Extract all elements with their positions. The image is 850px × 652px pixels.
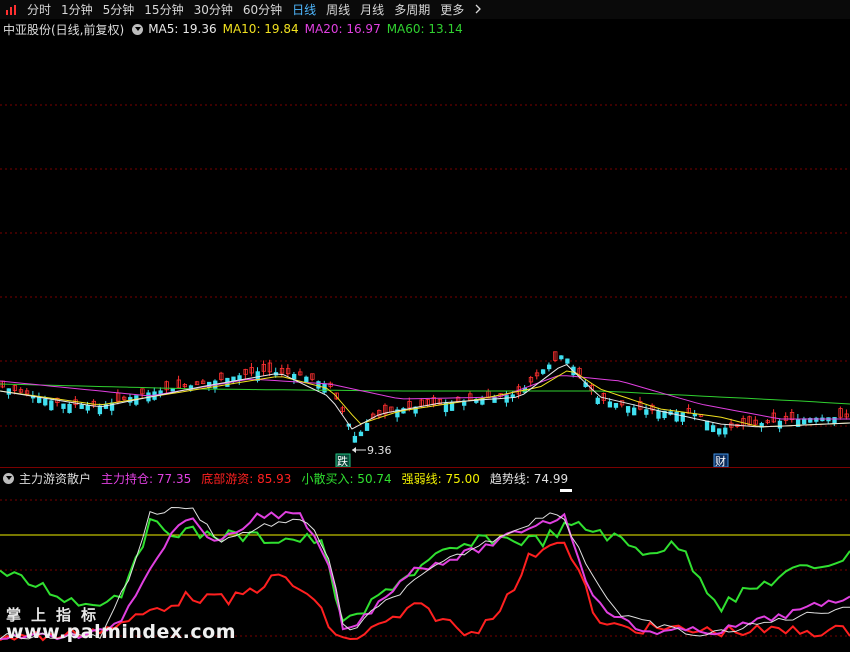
indicator-label-4: 趋势线: 74.99 — [489, 471, 569, 486]
candle-body — [292, 373, 297, 380]
candle-body — [656, 410, 661, 419]
panel-divider — [0, 467, 850, 468]
candle-body — [49, 400, 54, 411]
candle-body — [644, 409, 649, 415]
candle-body — [79, 404, 84, 409]
candle-body — [85, 404, 90, 411]
low-price-label: 9.36 — [367, 444, 392, 457]
badge-right-text: 财 — [715, 454, 726, 467]
candlestick-chart[interactable]: 9.36 跌 财 — [0, 19, 850, 467]
tab-period-8[interactable]: 月线 — [360, 1, 384, 18]
indicator-legend: 主力持仓: 77.35 底部游资: 85.93 小散买入: 50.74 强弱线: 75… — [96, 470, 573, 487]
candle-body — [492, 396, 497, 403]
candle-body — [316, 381, 321, 389]
candle-body — [43, 398, 48, 406]
tab-period-1[interactable]: 1分钟 — [61, 1, 93, 18]
chevron-right-icon[interactable] — [474, 3, 482, 17]
candle-body — [61, 403, 66, 409]
tab-period-4[interactable]: 30分钟 — [194, 1, 233, 18]
tab-period-10[interactable]: 更多 — [440, 1, 464, 18]
candle-body — [625, 406, 631, 413]
indicator-title: 主力游资散户 — [19, 471, 92, 486]
candle-body — [364, 423, 370, 431]
candle-body — [607, 401, 613, 408]
indicator-label-2: 小散买入: 50.74 — [301, 471, 392, 486]
tab-period-2[interactable]: 5分钟 — [103, 1, 135, 18]
candle-body — [97, 405, 103, 415]
arrow-icon — [352, 447, 356, 453]
period-tabs: 分时 1分钟 5分钟 15分钟 30分钟 60分钟 日线 周线 月线 多周期 更多 — [22, 1, 469, 18]
indicator-header: 主力游资散户 主力持仓: 77.35 底部游资: 85.93 小散买入: 50.74… — [0, 470, 573, 486]
chart-icon[interactable] — [4, 3, 18, 17]
candle-body — [704, 420, 710, 431]
candle-body — [717, 428, 722, 435]
candle-body — [832, 417, 837, 424]
candle-body — [6, 388, 11, 395]
badge-left-text: 跌 — [337, 454, 348, 467]
tab-period-6[interactable]: 日线 — [292, 1, 316, 18]
candle-body — [37, 396, 42, 403]
candle-body — [510, 394, 515, 398]
candle-body — [565, 358, 570, 364]
candle-body — [304, 376, 309, 384]
indicator-label-3: 强弱线: 75.00 — [401, 471, 480, 486]
candle-body — [170, 388, 175, 392]
candle-body — [680, 412, 685, 422]
candle-body — [777, 420, 783, 429]
dropdown-icon[interactable] — [3, 472, 14, 484]
candle-body — [352, 435, 358, 443]
period-toolbar: 分时 1分钟 5分钟 15分钟 30分钟 60分钟 日线 周线 月线 多周期 更多 — [0, 0, 850, 19]
indicator-label-1: 底部游资: 85.93 — [201, 471, 292, 486]
candle-body — [547, 364, 552, 370]
candle-body — [595, 397, 600, 404]
candle-body — [540, 369, 546, 374]
candle-body — [158, 390, 163, 395]
trend-line — [0, 506, 850, 640]
watermark-url: www.palmindex.com — [6, 621, 237, 643]
tab-period-3[interactable]: 15分钟 — [144, 1, 183, 18]
marker-icon — [560, 489, 572, 492]
candle-body — [723, 427, 728, 435]
tab-period-5[interactable]: 60分钟 — [243, 1, 282, 18]
main-position-line — [0, 510, 850, 641]
tab-period-9[interactable]: 多周期 — [394, 1, 430, 18]
tab-period-7[interactable]: 周线 — [326, 1, 350, 18]
candle-body — [710, 425, 716, 432]
candle-body — [67, 403, 72, 413]
candle-body — [674, 411, 679, 422]
candle-body — [358, 431, 364, 437]
indicator-label-0: 主力持仓: 77.35 — [101, 471, 192, 486]
candle-body — [559, 355, 564, 360]
candle-body — [613, 403, 619, 408]
tab-period-0[interactable]: 分时 — [27, 1, 51, 18]
candle-body — [632, 407, 637, 416]
candle-body — [504, 395, 509, 403]
